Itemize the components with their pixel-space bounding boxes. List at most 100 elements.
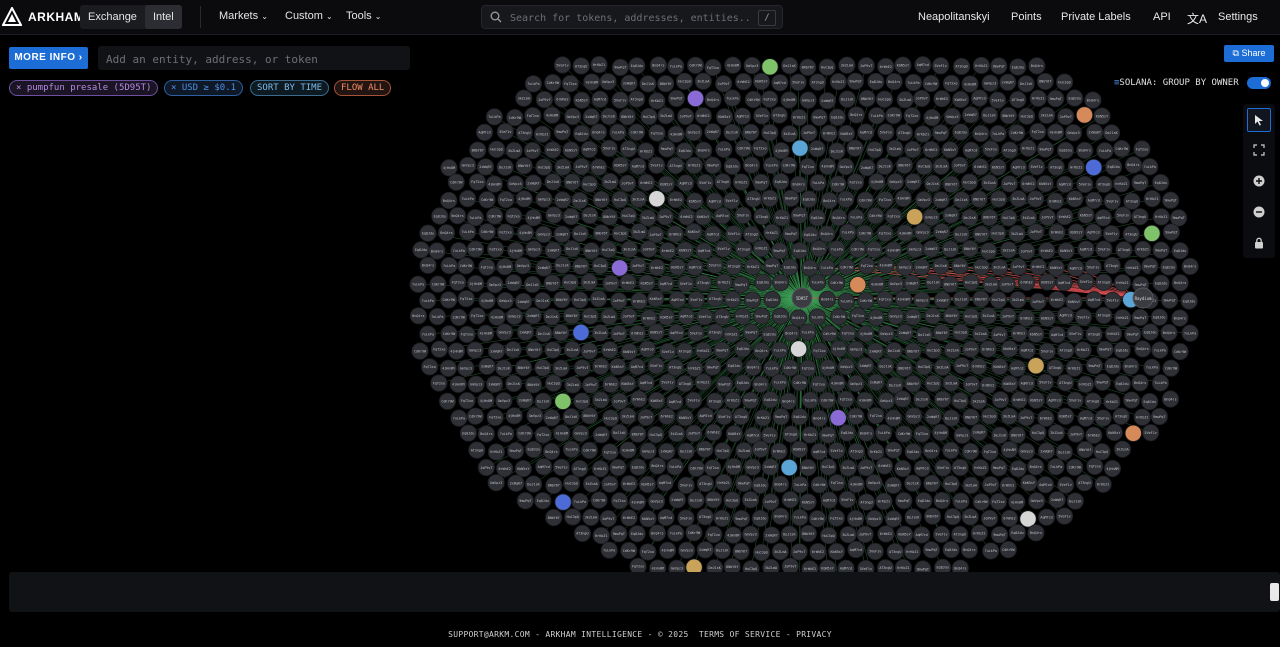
menu-custom[interactable]: Custom ⌄ [285,10,333,22]
graph-node [611,259,629,277]
fit-icon[interactable] [1247,138,1271,162]
graph-node: CdKr9W [837,258,856,276]
zoom-in-icon[interactable] [1247,169,1271,193]
svg-text:BnQ4rs: BnQ4rs [1087,98,1099,102]
graph-node: AT3ngU [951,525,969,544]
svg-text:CdKr9W: CdKr9W [975,500,988,504]
graph-node: DeJ1sK [952,191,971,209]
global-search[interactable]: / [481,5,783,29]
graph-node: GmVpz3 [837,158,855,176]
privacy-link[interactable]: PRIVACY [796,630,832,639]
search-input[interactable] [508,9,752,27]
svg-text:BnQ4rs: BnQ4rs [793,183,805,187]
entity-search[interactable] [98,46,410,70]
svg-text:2xWqR7: 2xWqR7 [547,249,559,253]
svg-text:2xWqR7: 2xWqR7 [821,99,833,103]
svg-text:BnQ4rs: BnQ4rs [832,216,844,220]
graph-node: 6rWhE2 [979,376,997,394]
cursor-icon[interactable] [1247,108,1271,132]
graph-node: DeJ1sK [495,359,513,377]
svg-text:4jHn8M: 4jHn8M [491,316,503,320]
terms-link[interactable]: TERMS OF SERVICE [699,630,781,639]
scrollbar[interactable] [1270,583,1279,601]
svg-text:CdKr9W: CdKr9W [823,332,836,336]
graph-node: AT3ngU [696,508,714,526]
svg-text:6rWhE2: 6rWhE2 [936,97,948,101]
more-info-button[interactable]: MORE INFO › [9,47,88,69]
tab-exchange[interactable]: Exchange [80,5,145,29]
graph-node: HrKbZ1 [1076,375,1095,393]
svg-text:6rWhE2: 6rWhE2 [1003,517,1015,521]
graph-node: CdKr9W [440,291,458,309]
graph-node: 5VeF1v [1036,373,1054,391]
points-link[interactable]: Points [1011,11,1042,23]
graph-node [648,190,666,208]
graph-node: 2xWqR7 [913,258,931,276]
transaction-graph[interactable]: 5VeF1v AT3ngU HrKbZ19mwPqT Eq8Jdu BnQ4rs 7uLk… [0,34,1280,624]
zoom-out-icon[interactable] [1247,200,1271,224]
graph-node: AT3ngU [895,124,913,142]
filter-chip-usd[interactable]: × USD ≥ $0.1 [164,80,244,96]
svg-text:JoP9vT: JoP9vT [993,333,1005,337]
tab-intel[interactable]: Intel [144,5,182,29]
flow-all-chip[interactable]: FLOW ALL [334,80,392,96]
svg-text:9mwPqT: 9mwPqT [1165,199,1177,203]
group-by-owner-toggle[interactable] [1247,77,1271,89]
svg-text:KbN5sY: KbN5sY [840,132,852,136]
lock-icon[interactable] [1247,231,1271,255]
filter-chip-token[interactable]: × pumpfun presale (5D95T) [9,80,159,96]
svg-text:KbN5sY: KbN5sY [689,199,701,203]
menu-markets[interactable]: Markets ⌄ [219,10,268,22]
translate-icon[interactable]: 文A [1187,10,1207,27]
center-node[interactable]: 5D95T [791,287,813,309]
svg-text:4jHn8M: 4jHn8M [631,500,643,504]
graph-node: 9mwPqT [782,225,800,243]
private-labels-link[interactable]: Private Labels [1061,11,1131,23]
graph-node: HuC3pQ [962,307,980,325]
graph-node: AT3ngU [732,407,750,426]
share-button[interactable]: ⧉ Share [1224,45,1274,62]
graph-node: AT3ngU [1095,306,1113,325]
graph-node: GmVpz3 [799,91,817,109]
graph-node: 5VeF1v [715,407,733,426]
graph-node: Eq8Jdu [952,123,970,141]
support-email-link[interactable]: SUPPORT@ARKM.COM [448,630,530,639]
graph-node: 2xWqR7 [884,476,902,494]
svg-text:FqT2xo: FqT2xo [471,314,483,318]
graph-node: AT3ngU [573,524,591,543]
svg-text:AT3ngU: AT3ngU [717,180,729,184]
graph-node: 6rWhE2 [630,390,648,408]
graph-node: 4jHn8M [724,526,742,544]
svg-text:3kZLmA: 3kZLmA [783,132,795,136]
api-link[interactable]: API [1153,11,1171,23]
target-node[interactable]: Raydium [1132,287,1154,309]
svg-text:5VeF1v: 5VeF1v [662,350,674,354]
svg-text:FqT2xo: FqT2xo [879,232,891,236]
svg-text:7uLkPa: 7uLkPa [765,164,777,168]
svg-text:5VeF1v: 5VeF1v [841,498,853,502]
svg-text:BnQ4rs: BnQ4rs [1031,64,1043,68]
graph-node: HrKbZ1 [1143,190,1161,208]
graph-node: 7uLkPa [952,492,970,510]
graph-node: JoP9vT [1000,175,1019,193]
graph-node: 4jHn8M [543,106,561,124]
svg-text:2xWqR7: 2xWqR7 [1089,131,1101,135]
svg-text:FqT2xo: FqT2xo [499,231,511,235]
settings-link[interactable]: Settings [1218,11,1258,23]
menu-tools[interactable]: Tools ⌄ [346,10,381,22]
graph-node: KbN5sY [1038,273,1056,291]
graph-node: FqT2xo [865,240,883,259]
arkham-logo[interactable]: ARKHAM [2,7,84,27]
graph-node: GmVpz3 [943,107,962,126]
svg-text:5VeF1v: 5VeF1v [680,516,692,520]
graph-node: 9mwPqT [1141,257,1159,275]
graph-node: DeJ1sK [828,142,846,160]
entity-input[interactable] [104,50,398,68]
user-account-link[interactable]: Neapolitanskyi [918,11,990,23]
svg-text:HrKbZ1: HrKbZ1 [727,399,739,403]
sort-by-time-chip[interactable]: SORT BY TIME [250,80,330,96]
svg-text:HuC3pQ: HuC3pQ [1058,80,1070,84]
graph-node: 4jHn8M [894,189,912,207]
transactions-panel[interactable] [9,572,1280,612]
graph-node: 6rWhE2 [1046,192,1064,210]
